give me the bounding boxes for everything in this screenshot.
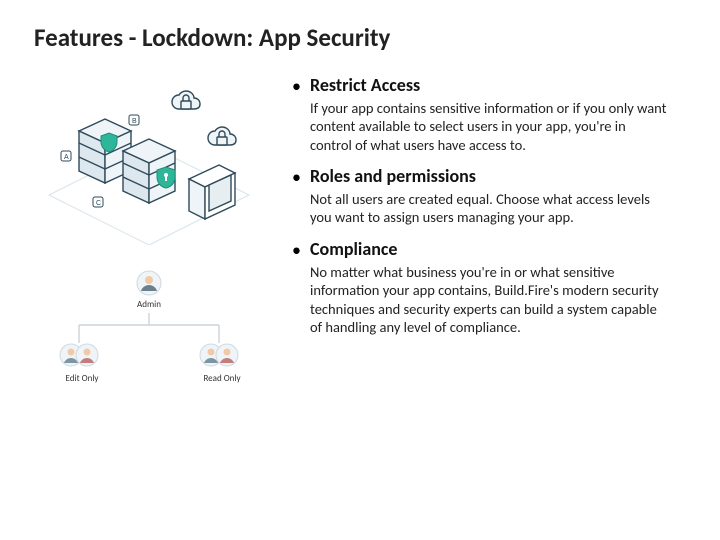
role-label-read: Read Only [195, 373, 249, 384]
role-label-admin: Admin [133, 299, 165, 310]
content-row: A C B [34, 75, 686, 405]
features-list: Restrict Access If your app contains sen… [292, 75, 686, 337]
feature-roles-permissions: Roles and permissions Not all users are … [292, 166, 686, 227]
page-title: Features - Lockdown: App Security [34, 22, 686, 53]
feature-body: Not all users are created equal. Choose … [310, 190, 670, 227]
phone-icon [189, 165, 235, 219]
lock-icon [181, 101, 191, 109]
feature-title: Restrict Access [310, 75, 686, 97]
security-illustration: A C B [39, 75, 259, 245]
features-column: Restrict Access If your app contains sen… [282, 75, 686, 405]
feature-title: Roles and permissions [310, 166, 686, 188]
feature-compliance: Compliance No matter what business you'r… [292, 239, 686, 337]
lock-icon [217, 137, 227, 145]
svg-text:C: C [96, 200, 101, 207]
role-label-edit: Edit Only [57, 373, 107, 384]
feature-body: No matter what business you're in or wha… [310, 263, 670, 337]
group-icon [60, 344, 98, 366]
group-icon [200, 344, 238, 366]
feature-restrict-access: Restrict Access If your app contains sen… [292, 75, 686, 154]
roles-illustration-svg [39, 265, 259, 405]
feature-body: If your app contains sensitive informati… [310, 99, 670, 155]
feature-title: Compliance [310, 239, 686, 261]
svg-text:A: A [64, 154, 69, 161]
cloud-icon [172, 91, 236, 145]
server-icon [79, 119, 175, 203]
avatar-icon [137, 271, 161, 295]
illustrations-column: A C B [34, 75, 264, 405]
security-illustration-svg: A C B [39, 75, 259, 245]
svg-text:B: B [132, 118, 137, 125]
roles-illustration: Admin Edit Only Read Only [39, 265, 259, 405]
